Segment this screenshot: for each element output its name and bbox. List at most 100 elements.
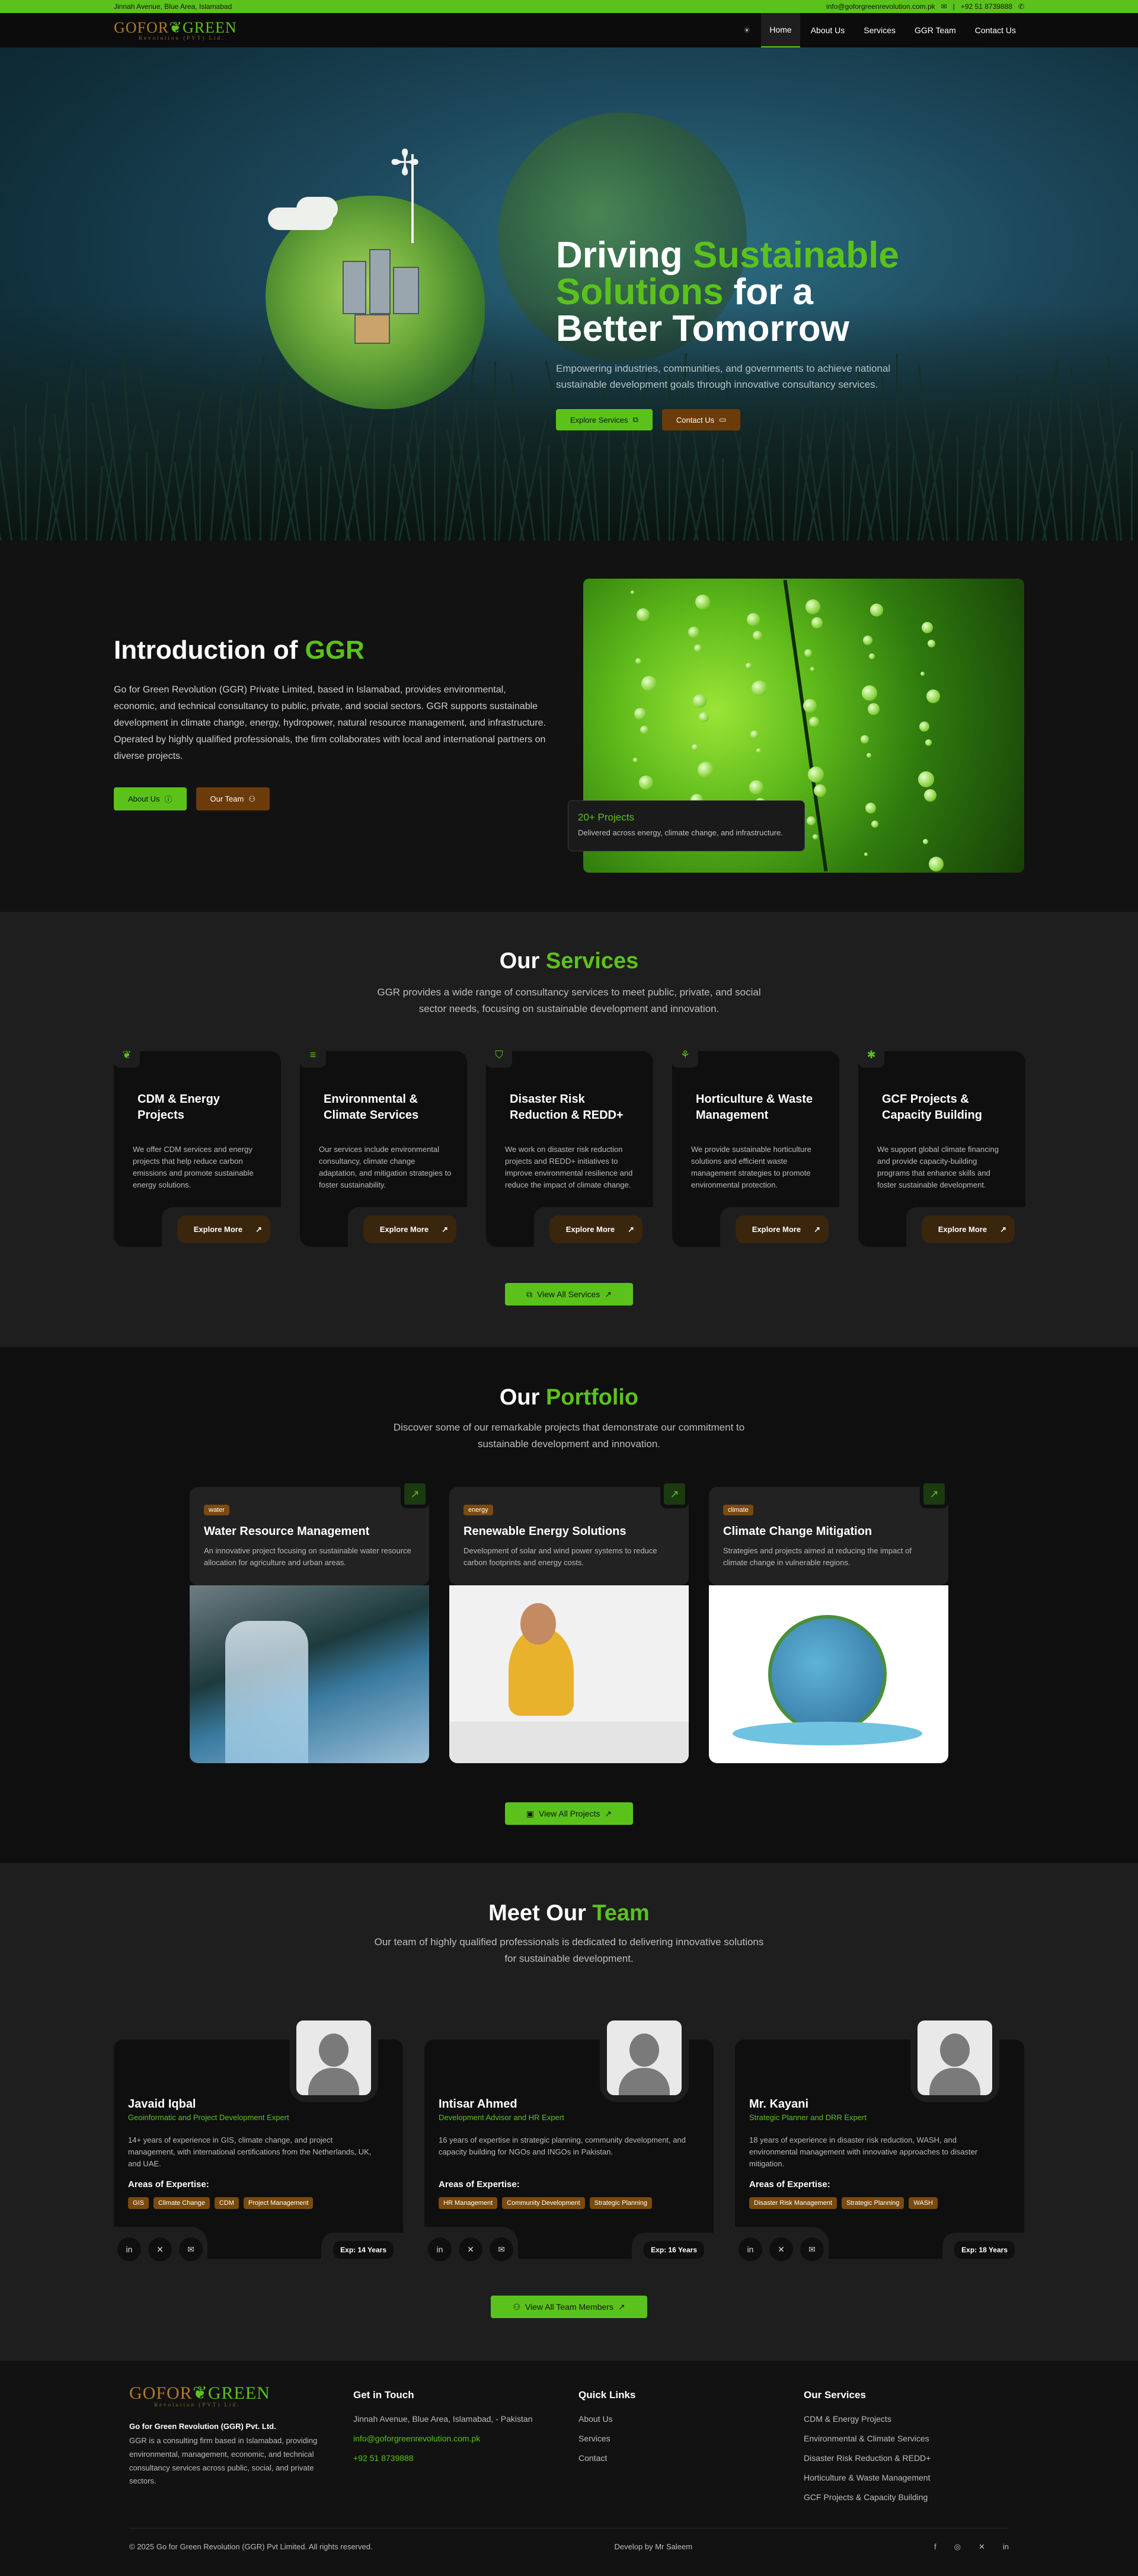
arrow-up-right-icon[interactable]: ↗: [401, 1480, 429, 1508]
explore-more-button[interactable]: Explore More ↗: [735, 1215, 829, 1243]
projects-stat-card: 20+ Projects Delivered across energy, cl…: [568, 800, 805, 851]
member-bio: 18 years of experience in disaster risk …: [749, 2136, 978, 2169]
portfolio-subtitle: Discover some of our remarkable projects…: [393, 1422, 745, 1450]
explore-more-button[interactable]: Explore More ↗: [549, 1215, 642, 1243]
footer-service-link[interactable]: Disaster Risk Reduction & REDD+: [804, 2453, 931, 2463]
tools-icon: ✱: [858, 1042, 884, 1068]
service-card: ⚘ Horticulture & Waste Management We prov…: [672, 1042, 839, 1249]
intro-body: Go for Green Revolution (GGR) Private Li…: [114, 685, 546, 761]
facebook-icon[interactable]: f: [934, 2542, 936, 2552]
arrow-up-right-icon[interactable]: ↗: [660, 1480, 689, 1508]
nav-contact[interactable]: Contact Us: [967, 14, 1024, 47]
copyright: © 2025 Go for Green Revolution (GGR) Pvt…: [129, 2542, 373, 2551]
explore-more-button[interactable]: Explore More ↗: [177, 1215, 270, 1243]
footer-service-link[interactable]: GCF Projects & Capacity Building: [804, 2492, 931, 2502]
mail-icon[interactable]: ✉: [179, 2237, 203, 2261]
footer-link-about[interactable]: About Us: [578, 2414, 635, 2424]
footer-service-link[interactable]: Environmental & Climate Services: [804, 2434, 931, 2443]
explore-more-button[interactable]: Explore More ↗: [363, 1215, 456, 1243]
contact-us-button[interactable]: Contact Us ▭: [661, 409, 741, 431]
linkedin-icon[interactable]: in: [739, 2237, 762, 2261]
email-link[interactable]: info@goforgreenrevolution.com.pk: [826, 2, 935, 11]
services-subtitle: GGR provides a wide range of consultancy…: [377, 987, 761, 1015]
phone-link[interactable]: +92 51 8739888: [961, 2, 1012, 11]
expertise-label: Areas of Expertise:: [128, 2179, 209, 2189]
twitter-icon[interactable]: ✕: [148, 2237, 172, 2261]
footer-service-link[interactable]: CDM & Energy Projects: [804, 2414, 931, 2424]
team-card: Mr. Kayani Strategic Planner and DRR Exp…: [734, 2013, 1024, 2265]
portfolio-desc: Strategies and projects aimed at reducin…: [723, 1546, 912, 1567]
leaf-logo-icon: ❦: [169, 18, 183, 36]
footer-email[interactable]: info@goforgreenrevolution.com.pk: [353, 2434, 533, 2443]
category-tag: water: [204, 1505, 229, 1515]
menu-icon: ≡: [300, 1042, 326, 1068]
linkedin-icon[interactable]: in: [1003, 2542, 1009, 2552]
member-bio: 14+ years of experience in GIS, climate …: [128, 2136, 372, 2169]
view-all-services-button[interactable]: ⧉ View All Services ↗: [505, 1283, 633, 1305]
our-team-button[interactable]: Our Team ⚇: [196, 787, 270, 810]
view-all-team-button[interactable]: ⚇ View All Team Members ↗: [491, 2296, 647, 2318]
expertise-tag: HR Management: [439, 2197, 498, 2209]
footer-link-contact[interactable]: Contact: [578, 2453, 635, 2463]
expertise-label: Areas of Expertise:: [439, 2179, 520, 2189]
member-role: Strategic Planner and DRR Expert: [749, 2113, 867, 2122]
nav-services[interactable]: Services: [855, 14, 904, 47]
portfolio-desc: Development of solar and wind power syst…: [463, 1546, 657, 1567]
explore-services-button[interactable]: Explore Services ⧉: [556, 409, 653, 431]
expertise-label: Areas of Expertise:: [749, 2179, 830, 2189]
experience-badge: Exp: 18 Years: [954, 2241, 1015, 2259]
theme-toggle-icon[interactable]: ☀: [735, 14, 759, 47]
intro-title: Introduction of GGR: [114, 636, 365, 665]
expertise-tag: Disaster Risk Management: [749, 2197, 837, 2209]
portfolio-card[interactable]: ↗ water Water Resource Management An inn…: [190, 1480, 429, 1763]
footer-contact-title: Get in Touch: [353, 2389, 414, 2401]
member-role: Development Advisor and HR Expert: [439, 2113, 564, 2122]
linkedin-icon[interactable]: in: [117, 2237, 141, 2261]
experience-badge: Exp: 16 Years: [644, 2241, 704, 2259]
logo[interactable]: GOFOR❦GREEN Revolution (PVT) Ltd.: [114, 20, 237, 41]
twitter-icon[interactable]: ✕: [459, 2237, 482, 2261]
water-project-image: [190, 1585, 429, 1763]
expertise-tag: GIS: [128, 2197, 149, 2209]
energy-project-image: [449, 1585, 689, 1763]
footer-company: Go for Green Revolution (GGR) Pvt. Ltd.: [129, 2422, 276, 2431]
portfolio-card[interactable]: ↗ climate Climate Change Mitigation Stra…: [709, 1480, 948, 1763]
nav-home[interactable]: Home: [761, 13, 800, 47]
category-tag: climate: [723, 1505, 753, 1515]
expertise-tag: Project Management: [243, 2197, 314, 2209]
member-role: Geoinformatic and Project Development Ex…: [128, 2113, 289, 2122]
footer-link-services[interactable]: Services: [578, 2434, 635, 2443]
shield-icon: ⛉: [486, 1042, 512, 1068]
portfolio-title: Climate Change Mitigation: [723, 1525, 872, 1538]
footer-logo[interactable]: GOFOR❦GREEN Revolution (PVT) Ltd.: [129, 2385, 337, 2408]
view-all-projects-button[interactable]: ▣ View All Projects ↗: [505, 1802, 633, 1825]
mail-icon[interactable]: ✉: [490, 2237, 513, 2261]
portfolio-title: Our Portfolio: [499, 1385, 639, 1410]
mail-icon[interactable]: ✉: [800, 2237, 824, 2261]
instagram-icon[interactable]: ◎: [954, 2542, 961, 2552]
team-card: Intisar Ahmed Development Advisor and HR…: [423, 2013, 714, 2265]
portfolio-card[interactable]: ↗ energy Renewable Energy Solutions Deve…: [449, 1480, 689, 1763]
logo-right: GREEN: [182, 18, 237, 36]
explore-more-button[interactable]: Explore More ↗: [921, 1215, 1015, 1243]
expertise-tag: WASH: [909, 2197, 938, 2209]
top-bar: Jinnah Avenue, Blue Area, Islamabad info…: [0, 0, 1138, 13]
footer-service-link[interactable]: Horticulture & Waste Management: [804, 2473, 931, 2482]
footer-links-title: Quick Links: [578, 2389, 636, 2401]
nav-team[interactable]: GGR Team: [906, 14, 964, 47]
developer-credit: Develop by Mr Saleem: [614, 2542, 693, 2551]
arrow-up-right-icon[interactable]: ↗: [920, 1480, 948, 1508]
avatar: [289, 2013, 378, 2102]
service-card: ✱ GCF Projects & Capacity Building We sup…: [858, 1042, 1025, 1249]
leaf-icon: ❦: [114, 1042, 140, 1068]
users-icon: ⚇: [248, 794, 255, 803]
linkedin-icon[interactable]: in: [428, 2237, 452, 2261]
about-us-button[interactable]: About Us ⓘ: [114, 787, 187, 810]
nav-about[interactable]: About Us: [803, 14, 853, 47]
twitter-icon[interactable]: ✕: [769, 2237, 793, 2261]
service-card: ❦ CDM & Energy Projects We offer CDM serv…: [114, 1042, 281, 1249]
twitter-icon[interactable]: ✕: [979, 2542, 985, 2552]
team-card: Javaid Iqbal Geoinformatic and Project D…: [113, 2013, 403, 2265]
projects-count: 20+ Projects: [578, 812, 634, 823]
footer-phone[interactable]: +92 51 8739888: [353, 2453, 533, 2463]
